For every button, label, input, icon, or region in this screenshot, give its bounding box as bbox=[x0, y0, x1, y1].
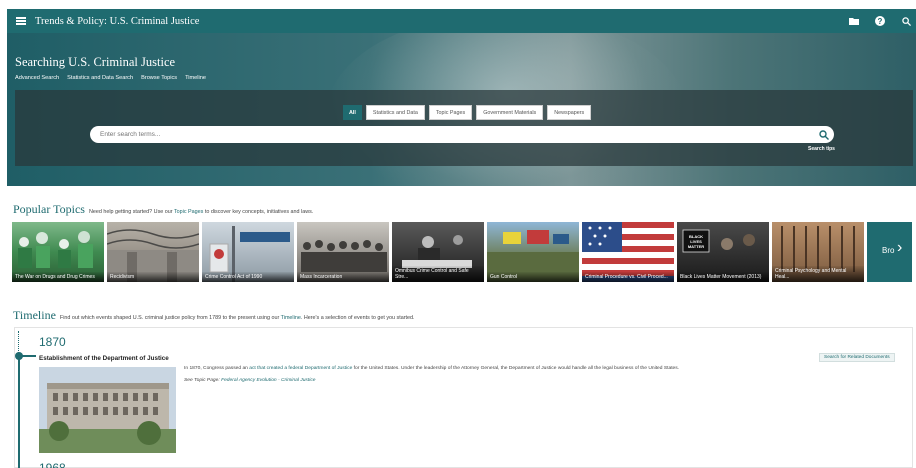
topic-card-mass-incarceration[interactable]: Mass Incarceration bbox=[297, 222, 389, 282]
department-of-justice-building-image[interactable] bbox=[39, 367, 176, 453]
advanced-search-link[interactable]: Advanced Search bbox=[15, 75, 59, 81]
browse-topics-link[interactable]: Browse Topics bbox=[141, 75, 177, 81]
topic-pages-link[interactable]: Topic Pages bbox=[174, 209, 203, 215]
intro-text-before: Need help getting started? Use our bbox=[88, 209, 173, 215]
filter-all[interactable]: All bbox=[343, 105, 362, 120]
event-description: In 1870, Congress passed an act that cre… bbox=[184, 366, 679, 371]
event-text-b: for the United States. Under the leaders… bbox=[353, 366, 680, 371]
topic-caption: Omnibus Crime Control and Safe Stre... bbox=[392, 266, 484, 282]
search-filters: All Statistics and Data Topic Pages Gove… bbox=[343, 105, 592, 120]
top-bar: Trends & Policy: U.S. Criminal Justice ? bbox=[7, 9, 916, 33]
popular-topics-title: Popular Topics bbox=[13, 202, 85, 216]
act-link[interactable]: act that created a federal Department of… bbox=[249, 366, 352, 371]
topic-card-gun-control[interactable]: Gun Control bbox=[487, 222, 579, 282]
popular-topics-intro: Need help getting started? Use our Topic… bbox=[89, 209, 313, 215]
help-icon[interactable]: ? bbox=[874, 15, 886, 27]
timeline-year: 1870 bbox=[39, 335, 66, 349]
topic-card-omnibus-crime-control[interactable]: Omnibus Crime Control and Safe Stre... bbox=[392, 222, 484, 282]
search-input[interactable] bbox=[100, 131, 800, 138]
topics-carousel: The War on Drugs and Drug Crimes Recidiv… bbox=[12, 222, 916, 282]
hero-links: Advanced Search Statistics and Data Sear… bbox=[15, 75, 206, 81]
topic-caption: Crime Control Act of 1990 bbox=[202, 272, 294, 282]
browse-label: Bro bbox=[882, 246, 895, 255]
app-frame: Trends & Policy: U.S. Criminal Justice ?… bbox=[0, 0, 916, 468]
see-topic-page: See Topic Page: Federal Agency Evolution… bbox=[184, 378, 316, 383]
topic-caption: Recidivism bbox=[107, 272, 199, 282]
filter-topic-pages[interactable]: Topic Pages bbox=[428, 105, 473, 120]
top-icons: ? bbox=[848, 15, 916, 27]
timeline-intro-before: Find out which events shaped U.S. crimin… bbox=[59, 315, 280, 321]
hero-title: Searching U.S. Criminal Justice bbox=[15, 55, 176, 69]
statistics-data-search-link[interactable]: Statistics and Data Search bbox=[67, 75, 133, 81]
popular-topics-header: Popular Topics Need help getting started… bbox=[13, 202, 313, 217]
event-text-a: In 1870, Congress passed an bbox=[184, 366, 248, 371]
topic-card-war-on-drugs[interactable]: The War on Drugs and Drug Crimes bbox=[12, 222, 104, 282]
app-title[interactable]: Trends & Policy: U.S. Criminal Justice bbox=[35, 16, 199, 27]
topic-card-criminal-psychology[interactable]: Criminal Psychology and Mental Heal... bbox=[772, 222, 864, 282]
sign-text: BLACK LIVES MATTER bbox=[687, 234, 705, 249]
hero-banner: Searching U.S. Criminal Justice Advanced… bbox=[7, 33, 916, 186]
topic-caption: Black Lives Matter Movement (2013) bbox=[677, 272, 769, 282]
timeline-title: Timeline bbox=[13, 308, 56, 322]
timeline-header: Timeline Find out which events shaped U.… bbox=[13, 308, 415, 323]
browse-more-card[interactable]: Bro › bbox=[867, 222, 912, 282]
see-topic-label: See Topic Page: bbox=[184, 378, 220, 383]
filter-government-materials[interactable]: Government Materials bbox=[476, 105, 544, 120]
timeline-next-year: 1968 bbox=[39, 461, 66, 468]
search-box bbox=[90, 126, 834, 143]
timeline-intro-link[interactable]: Timeline bbox=[281, 315, 301, 321]
timeline-line bbox=[18, 355, 20, 468]
chevron-right-icon[interactable]: › bbox=[897, 239, 902, 257]
event-title: Establishment of the Department of Justi… bbox=[39, 355, 169, 362]
search-panel: All Statistics and Data Topic Pages Gove… bbox=[15, 90, 913, 166]
hamburger-menu-icon[interactable] bbox=[9, 9, 33, 33]
timeline-tick bbox=[22, 355, 36, 357]
topic-caption: The War on Drugs and Drug Crimes bbox=[12, 272, 104, 282]
search-tips-link[interactable]: Search tips bbox=[808, 146, 835, 152]
topic-card-criminal-procedure[interactable]: Criminal Procedure vs. Civil Proced... bbox=[582, 222, 674, 282]
timeline-link[interactable]: Timeline bbox=[185, 75, 206, 81]
timeline-intro: Find out which events shaped U.S. crimin… bbox=[60, 315, 415, 321]
search-submit-icon[interactable] bbox=[817, 128, 830, 141]
intro-text-after: to discover key concepts, initiatives an… bbox=[204, 209, 314, 215]
filter-newspapers[interactable]: Newspapers bbox=[547, 105, 592, 120]
search-icon[interactable] bbox=[900, 15, 912, 27]
topic-caption: Criminal Procedure vs. Civil Proced... bbox=[582, 272, 674, 282]
topic-caption: Gun Control bbox=[487, 272, 579, 282]
topic-card-black-lives-matter[interactable]: BLACK LIVES MATTER Black Lives Matter Mo… bbox=[677, 222, 769, 282]
topic-card-crime-control-act[interactable]: Crime Control Act of 1990 bbox=[202, 222, 294, 282]
filter-statistics-data[interactable]: Statistics and Data bbox=[365, 105, 425, 120]
timeline-intro-after: . Here's a selection of events to get yo… bbox=[300, 315, 415, 321]
search-related-documents-button[interactable]: Search for Related Documents bbox=[819, 353, 895, 362]
topic-caption: Mass Incarceration bbox=[297, 272, 389, 282]
topic-card-recidivism[interactable]: Recidivism bbox=[107, 222, 199, 282]
see-topic-link[interactable]: Federal Agency Evolution - Criminal Just… bbox=[221, 378, 315, 383]
topic-caption: Criminal Psychology and Mental Heal... bbox=[772, 266, 864, 282]
folder-icon[interactable] bbox=[848, 15, 860, 27]
